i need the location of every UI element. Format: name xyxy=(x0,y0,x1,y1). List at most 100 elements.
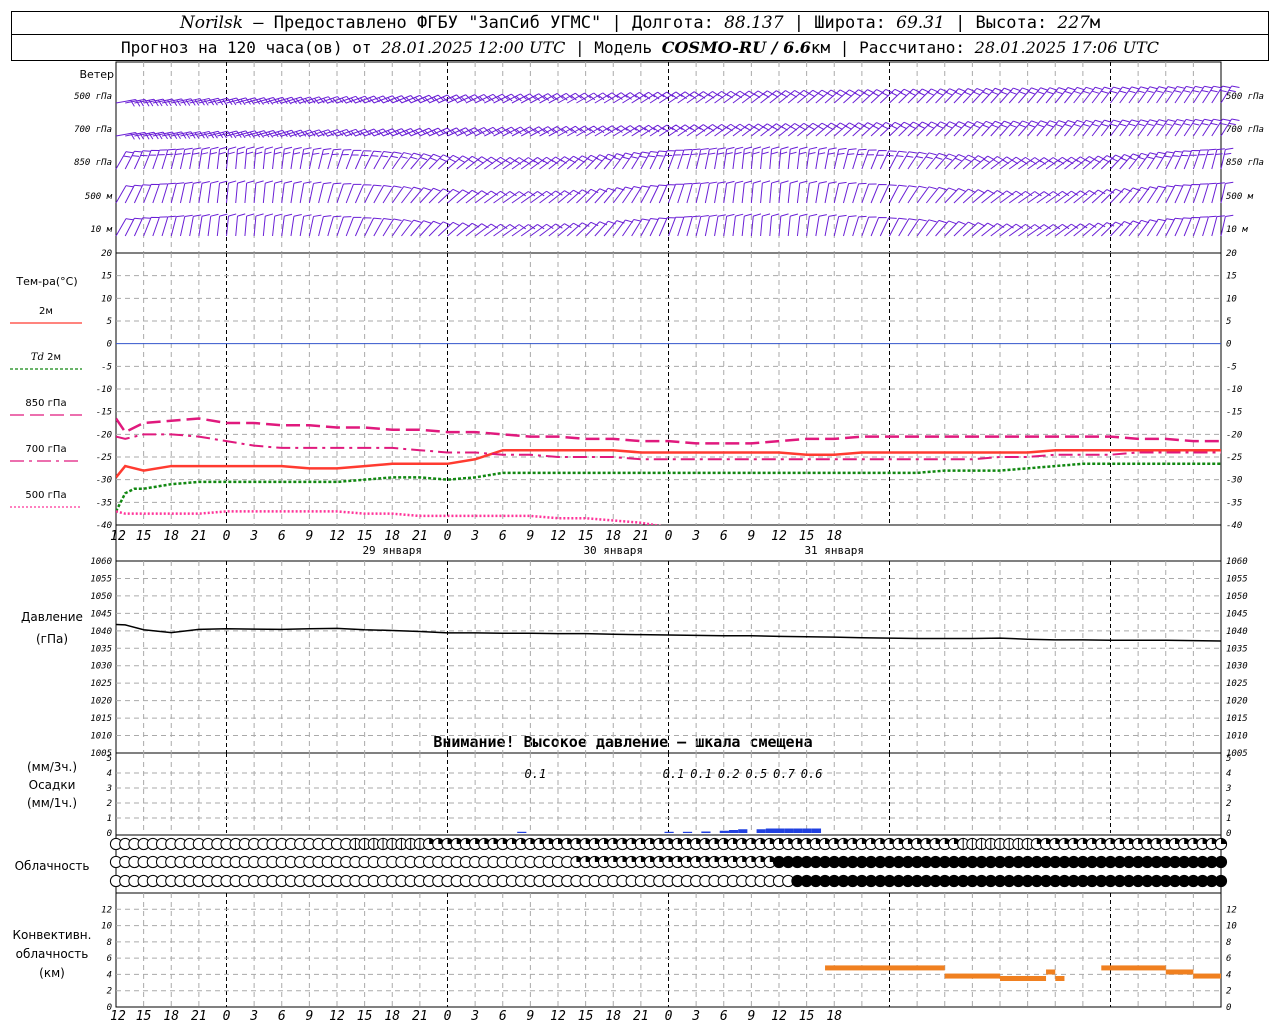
wind-level-left: 500 м xyxy=(85,192,113,202)
x-tick-label-bottom: 18 xyxy=(826,1009,842,1024)
wind-barb xyxy=(1137,152,1158,170)
precip-bar xyxy=(765,828,775,833)
wind-barb xyxy=(935,220,957,237)
wind-barb xyxy=(1128,119,1149,137)
wind-barb xyxy=(290,180,302,204)
wind-barb xyxy=(1137,119,1158,137)
wind-barb xyxy=(401,186,422,204)
wind-barb xyxy=(253,180,264,204)
wind-barb xyxy=(842,215,857,237)
temp-tick-right: 20 xyxy=(1226,249,1237,259)
conv-tick-left: 10 xyxy=(101,922,112,932)
wind-barb xyxy=(750,213,762,237)
wind-barb xyxy=(852,182,867,204)
wind-barb xyxy=(1174,85,1195,104)
temp-tick-left: -5 xyxy=(101,362,112,372)
x-tick-label-bottom: 3 xyxy=(691,1009,700,1024)
pressure-tick-left: 1035 xyxy=(90,644,112,654)
wind-barb xyxy=(115,185,134,204)
wind-barb xyxy=(1183,216,1200,237)
x-tick-label: 0 xyxy=(665,529,673,544)
wind-barb xyxy=(1174,184,1192,204)
wind-barb xyxy=(732,146,744,170)
wind-barb xyxy=(796,213,808,237)
wind-barb xyxy=(640,217,659,237)
wind-barb xyxy=(1110,86,1131,104)
wind-barb xyxy=(1146,185,1167,204)
wind-barb xyxy=(1146,86,1167,104)
wind-barb xyxy=(1165,184,1183,204)
precip-bar xyxy=(517,831,527,833)
wind-barb xyxy=(658,217,676,237)
x-tick-label-bottom: 0 xyxy=(223,1009,231,1024)
x-tick-label: 0 xyxy=(444,529,452,544)
x-tick-label: 9 xyxy=(747,529,755,544)
precip-bar xyxy=(811,828,822,833)
wind-barb xyxy=(216,213,228,237)
x-tick-label-bottom: 18 xyxy=(605,1009,621,1024)
precip-3h-label: 0.7 xyxy=(773,767,795,781)
pressure-tick-left: 1020 xyxy=(90,697,112,707)
wind-barb xyxy=(124,150,143,170)
wind-barb xyxy=(612,219,634,237)
wind-barb xyxy=(281,146,293,170)
wind-barb xyxy=(649,150,667,170)
wind-barb xyxy=(1183,149,1200,170)
wind-barb xyxy=(216,180,228,204)
wind-barb xyxy=(290,146,302,170)
x-tick-label-bottom: 15 xyxy=(578,1009,594,1024)
x-tick-label-bottom: 6 xyxy=(499,1009,507,1024)
wind-barb xyxy=(695,147,709,170)
wind-barb xyxy=(318,182,332,204)
precip-bar xyxy=(701,831,711,833)
wind-barb xyxy=(787,146,799,170)
precip-bar xyxy=(784,828,794,833)
wind-barb xyxy=(658,184,676,204)
wind-level-right: 500 м xyxy=(1226,192,1254,202)
x-tick-label: 18 xyxy=(826,529,842,544)
conv-tick-left: 8 xyxy=(107,938,112,948)
conv-tick-left: 2 xyxy=(107,987,112,997)
wind-barb xyxy=(806,180,818,204)
x-tick-label-bottom: 3 xyxy=(470,1009,479,1024)
precip-3h-label: 0.1 xyxy=(690,767,712,781)
wind-barb xyxy=(262,213,274,237)
conv-segment xyxy=(1046,969,1056,975)
x-tick-label-bottom: 18 xyxy=(384,1009,400,1024)
temp-tick-right: -30 xyxy=(1226,476,1242,486)
precip-bar xyxy=(802,828,812,833)
wind-barb xyxy=(760,180,771,204)
wind-barb xyxy=(226,213,237,237)
pressure-tick-right: 1050 xyxy=(1226,592,1248,602)
wind-barb xyxy=(935,187,957,204)
wind-barb xyxy=(244,213,255,237)
wind-barb xyxy=(143,216,160,237)
x-tick-label: 3 xyxy=(249,529,258,544)
wind-barb xyxy=(1165,217,1183,237)
wind-barb xyxy=(391,152,412,170)
wind-barb xyxy=(235,213,246,237)
x-tick-label: 0 xyxy=(223,529,231,544)
conv-segment xyxy=(1165,969,1194,975)
x-tick-label-bottom: 6 xyxy=(278,1009,286,1024)
wind-barb xyxy=(336,216,352,237)
temp-tick-left: -35 xyxy=(96,498,112,508)
wind-barb xyxy=(925,219,947,237)
wind-barb xyxy=(401,219,422,237)
wind-barb xyxy=(1054,87,1076,104)
x-tick-label: 21 xyxy=(412,529,428,544)
precip-bar xyxy=(728,830,739,833)
cloud-cover-mark xyxy=(1221,838,1227,844)
wind-barb xyxy=(207,213,219,237)
pressure-tick-right: 1035 xyxy=(1226,644,1248,654)
date-label: 31 января xyxy=(804,544,864,557)
conv-tick-right: 4 xyxy=(1226,970,1231,980)
temp-tick-right: -40 xyxy=(1226,521,1242,531)
wind-barb xyxy=(640,150,659,170)
x-tick-label-bottom: 9 xyxy=(747,1009,755,1024)
temp-tick-left: 20 xyxy=(101,249,112,259)
wind-barb xyxy=(1137,86,1158,104)
wind-barb xyxy=(622,151,642,170)
precip-bar xyxy=(756,829,766,833)
precip-tick-right: 1 xyxy=(1226,814,1231,824)
